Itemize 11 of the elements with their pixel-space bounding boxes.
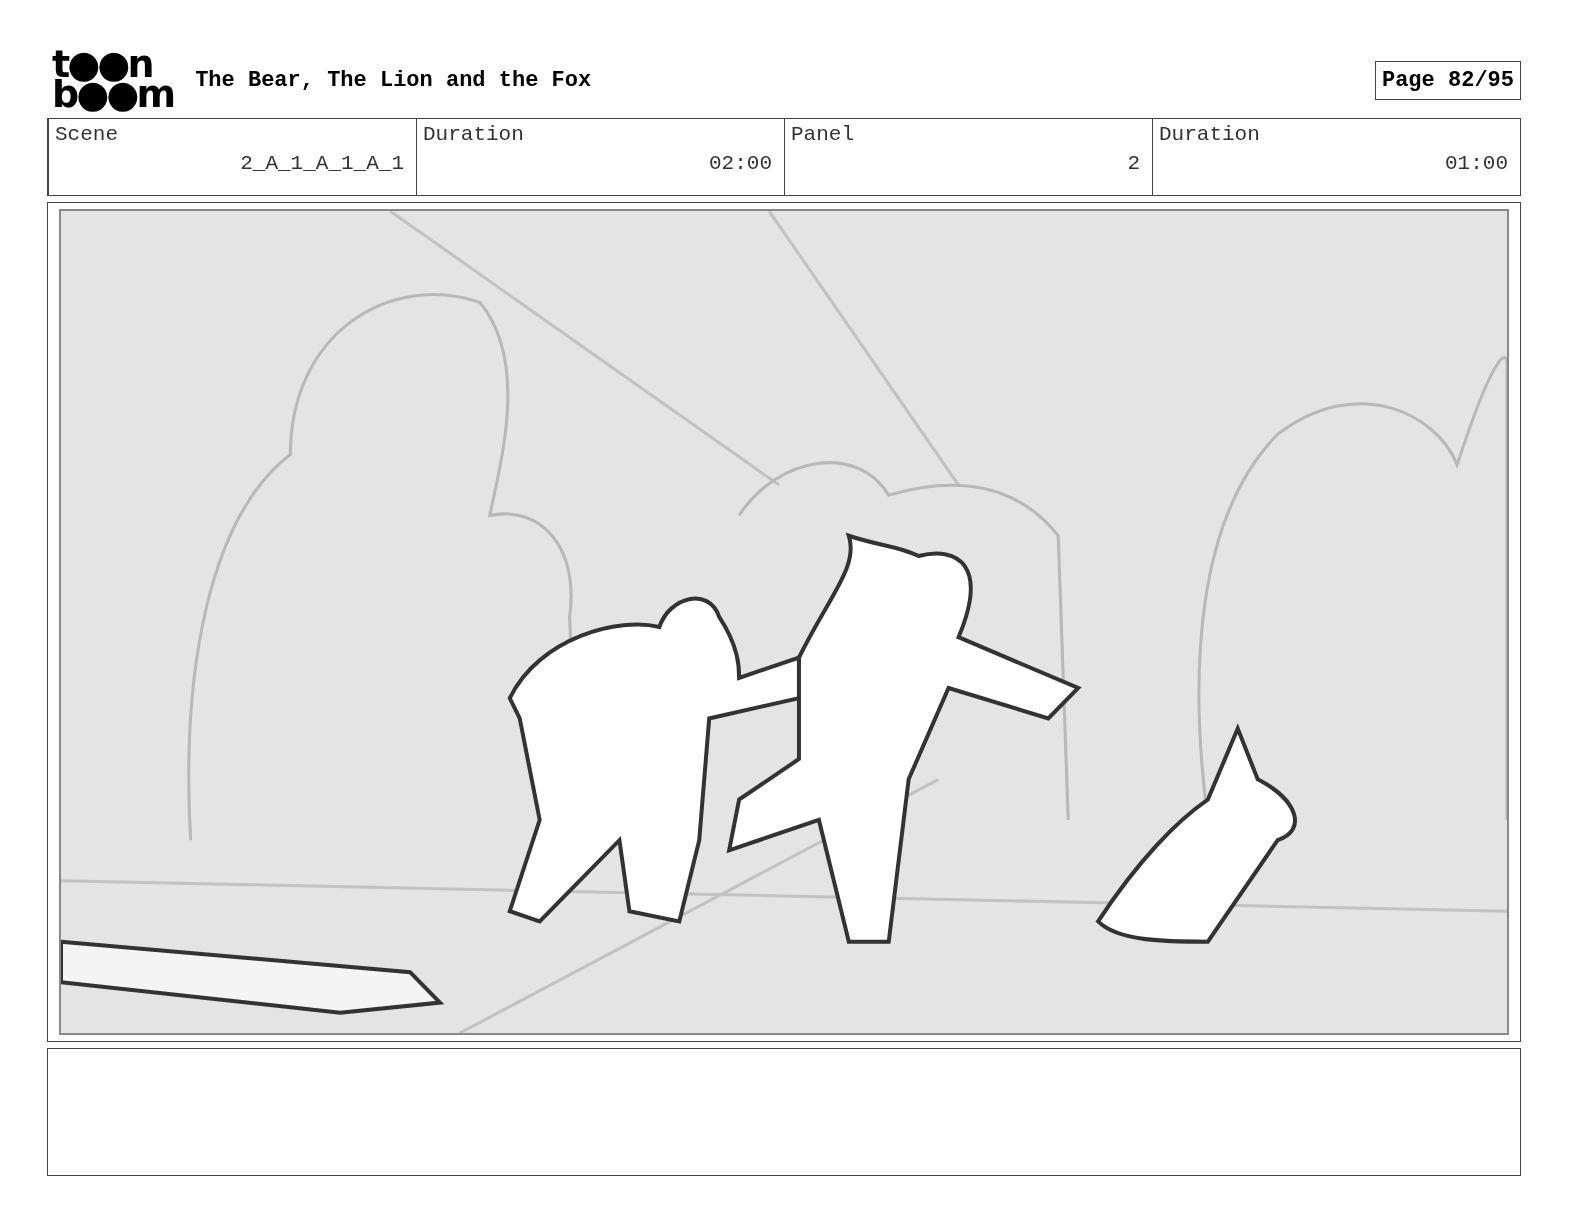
logo: t●●n b●●m <box>52 50 174 110</box>
document-title: The Bear, The Lion and the Fox <box>195 67 593 93</box>
field-label: Duration <box>1159 123 1261 146</box>
field-value: 01:00 <box>1445 152 1508 175</box>
field-label: Panel <box>791 123 855 146</box>
page-number: Page 82/95 <box>1374 60 1521 100</box>
field-value: 2_A_1_A_1_A_1 <box>240 152 404 175</box>
field-label: Scene <box>55 123 119 146</box>
field-value: 2 <box>1127 152 1140 175</box>
field-value: 02:00 <box>709 152 772 175</box>
field-label: Duration <box>423 123 525 146</box>
